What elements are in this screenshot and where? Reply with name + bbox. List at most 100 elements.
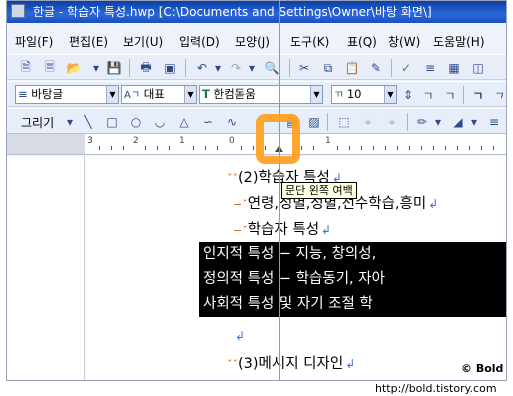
select-object-icon[interactable]: ⬚ — [335, 113, 353, 131]
ruler-tick — [205, 146, 206, 150]
selected-line[interactable]: 인지적 특성 − 지능, 창의성, — [199, 242, 506, 267]
ruler-tick — [409, 146, 410, 150]
ellipse-tool-icon[interactable]: ○ — [127, 113, 145, 131]
font-size-icon: ㄲ — [334, 90, 344, 101]
page-left-margin — [7, 156, 85, 380]
ruler-tick — [445, 146, 446, 150]
title-bar: 한글 - 학습자 특성.hwp [C:\Documents and Settin… — [7, 1, 506, 23]
line-color-icon[interactable]: ✏ — [413, 113, 431, 131]
ruler-tick — [481, 146, 482, 150]
italic-icon[interactable]: ㄱ — [489, 86, 506, 104]
document-line[interactable]: ˇˇ(3)메시지 디자인 ↲ — [227, 352, 355, 373]
align-icon[interactable]: ≡ — [421, 59, 439, 77]
redo-icon[interactable]: ↷ — [227, 59, 245, 77]
window-title: 한글 - 학습자 특성.hwp [C:\Documents and Settin… — [33, 5, 432, 19]
menu-edit[interactable]: 편집(E) — [69, 33, 108, 50]
fill-color-icon[interactable]: ◢ — [449, 113, 467, 131]
ruler-tick — [421, 146, 422, 150]
draw-dropdown-icon[interactable]: ▾ — [65, 113, 75, 131]
curve-tool-icon[interactable]: ∽ — [199, 113, 217, 131]
line-style-icon[interactable]: ≡ — [485, 113, 503, 131]
chevron-down-icon[interactable]: ▼ — [184, 86, 196, 103]
font-language-select[interactable]: Aㄱ 대표 ▼ — [121, 85, 197, 104]
cut-icon[interactable]: ✂ — [295, 59, 313, 77]
style-value: 바탕글 — [31, 87, 64, 101]
ruler-tick — [111, 146, 112, 150]
separator — [407, 113, 408, 131]
hwp-window: 한글 - 학습자 특성.hwp [C:\Documents and Settin… — [6, 0, 507, 381]
copy-icon[interactable]: ⧉ — [319, 59, 337, 77]
chevron-down-icon[interactable]: ▼ — [106, 86, 118, 103]
undo-icon[interactable]: ↶ — [193, 59, 211, 77]
spellcheck-icon[interactable]: ✓ — [397, 59, 415, 77]
font-size-value: 10 — [346, 87, 362, 101]
selected-line[interactable]: 사회적 특성 및 자기 조절 학 — [199, 292, 506, 317]
ruler-tick — [253, 146, 254, 150]
arc-tool-icon[interactable]: ◡ — [151, 113, 169, 131]
menu-file[interactable]: 파일(F) — [15, 33, 53, 50]
ruler-tick — [385, 146, 386, 150]
polygon-tool-icon[interactable]: △ — [175, 113, 193, 131]
language-icon: Aㄱ — [124, 90, 141, 101]
format-painter-icon[interactable]: ✎ — [367, 59, 385, 77]
rectangle-tool-icon[interactable]: □ — [103, 113, 121, 131]
tooltip: 문단 왼쪽 여백 — [281, 182, 357, 199]
paste-icon[interactable]: 📋 — [343, 59, 361, 77]
bold-icon[interactable]: ㄱ — [469, 86, 487, 104]
ruler-tick — [99, 146, 100, 150]
table-icon[interactable]: ▦ — [445, 59, 463, 77]
columns-icon[interactable]: ◫ — [469, 59, 487, 77]
chevron-down-icon[interactable]: ▼ — [384, 86, 396, 103]
font-size-select[interactable]: ㄲ 10 ▼ — [331, 85, 397, 104]
object-icon[interactable]: ▨ — [305, 113, 323, 131]
ruler-tick — [301, 146, 302, 150]
menu-table[interactable]: 표(Q) — [347, 33, 377, 50]
ruler-tick — [313, 146, 314, 150]
menu-view[interactable]: 보기(U) — [123, 33, 163, 50]
save-icon[interactable]: 💾 — [105, 59, 123, 77]
ungroup-icon[interactable]: ⌖ — [383, 113, 401, 131]
menu-insert[interactable]: 입력(D) — [179, 33, 220, 50]
line-tool-icon[interactable]: ╲ — [79, 113, 97, 131]
ruler-tick — [337, 146, 338, 150]
empty-paragraph[interactable]: ↲ — [233, 328, 245, 344]
indent-guide-line — [279, 1, 280, 380]
new-from-template-icon[interactable]: 🗏 — [41, 59, 59, 77]
redo-dropdown-icon[interactable]: ▾ — [247, 59, 257, 77]
annotation-highlight — [256, 114, 300, 164]
ruler-left-margin — [7, 134, 85, 154]
draw-menu-label[interactable]: 그리기 — [21, 114, 54, 131]
line-color-dropdown-icon[interactable]: ▾ — [433, 113, 443, 131]
ruler-tick — [397, 146, 398, 150]
document-area[interactable]: ˇˇ(2)학습자 특성 ↲ −ˇ연령,성별,성별,선수학습,흥미 ↲ −ˇ학습자 특… — [7, 156, 506, 380]
style-select[interactable]: ≡ 바탕글 ▼ — [15, 85, 119, 104]
open-dropdown-icon[interactable]: ▾ — [91, 59, 101, 77]
chevron-down-icon[interactable]: ▼ — [310, 86, 322, 103]
group-icon[interactable]: ⌖ — [359, 113, 377, 131]
menu-tools[interactable]: 도구(K) — [290, 33, 329, 50]
document-line[interactable]: −ˇ학습자 특성 ↲ — [233, 218, 331, 239]
ruler-number: 3 — [87, 136, 93, 146]
print-preview-icon[interactable]: ▣ — [161, 59, 179, 77]
freehand-tool-icon[interactable]: ∿ — [223, 113, 241, 131]
shrink-font-icon[interactable]: ㄱ — [419, 86, 437, 104]
menu-format[interactable]: 모양(J) — [235, 33, 270, 50]
separator — [129, 59, 130, 77]
undo-dropdown-icon[interactable]: ▾ — [213, 59, 223, 77]
formatting-toolbar: ≡ 바탕글 ▼ Aㄱ 대표 ▼ T 한컴돋움 ▼ ㄲ 10 ▼ ⇕ ㄱ ㄱ ㄱ … — [7, 81, 506, 107]
open-folder-icon[interactable]: 📂 — [65, 59, 83, 77]
selected-line[interactable]: 정의적 특성 − 학습동기, 자아 — [199, 267, 506, 292]
font-name-select[interactable]: T 한컴돋움 ▼ — [199, 85, 323, 104]
font-size-spin-icon[interactable]: ⇕ — [401, 86, 415, 104]
print-icon[interactable]: 🖶 — [137, 59, 155, 77]
space-mark: ˇˇ — [227, 358, 238, 371]
ruler-tick — [349, 146, 350, 150]
menu-window[interactable]: 창(W) — [388, 33, 420, 50]
app-icon — [11, 4, 25, 18]
menu-help[interactable]: 도움말(H) — [433, 33, 485, 50]
fill-color-dropdown-icon[interactable]: ▾ — [469, 113, 479, 131]
ruler-tick — [373, 146, 374, 150]
new-document-icon[interactable]: 🗎 — [17, 59, 35, 77]
grow-font-icon[interactable]: ㄱ — [441, 86, 459, 104]
truetype-font-icon: T — [202, 87, 210, 101]
